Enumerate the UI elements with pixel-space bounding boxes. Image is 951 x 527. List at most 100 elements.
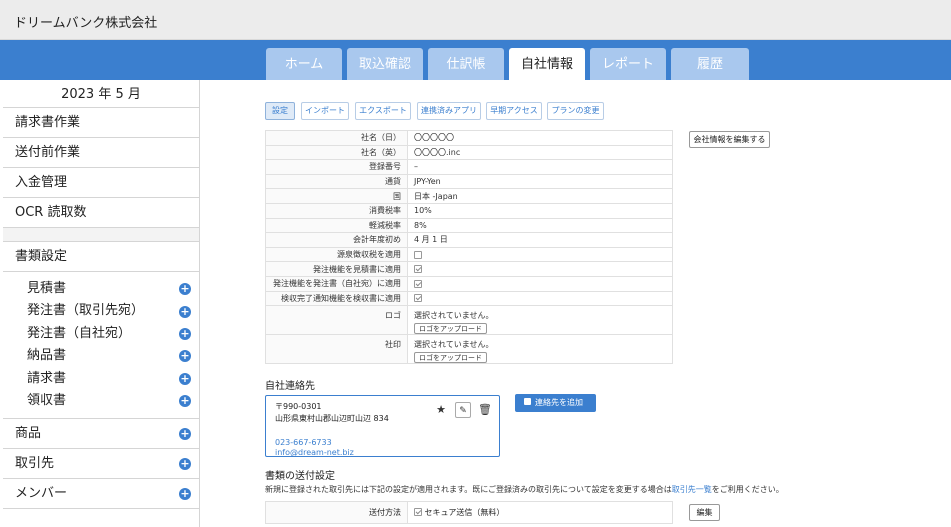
- sidebar-item-po-client[interactable]: 発注書（取引先宛） +: [3, 300, 199, 322]
- secure-send-checkbox[interactable]: [414, 508, 422, 516]
- tab-company-info[interactable]: 自社情報: [509, 48, 585, 80]
- trash-icon[interactable]: 🗑: [477, 402, 493, 418]
- row-label: 国: [265, 188, 408, 204]
- tab-journal[interactable]: 仕訳帳: [428, 48, 504, 80]
- row-value: 日本 -Japan: [407, 188, 673, 204]
- tab-home[interactable]: ホーム: [266, 48, 342, 80]
- plus-icon[interactable]: +: [179, 372, 191, 385]
- sidebar-item-label: 商品: [15, 426, 42, 442]
- table-row: 通貨 JPY-Yen: [265, 173, 673, 190]
- inspection-checkbox[interactable]: [414, 294, 422, 303]
- plus-icon[interactable]: +: [179, 350, 191, 363]
- row-label: 源泉徴収税を適用: [265, 246, 408, 263]
- sidebar-item-label: 発注書（取引先宛）: [27, 303, 145, 319]
- plus-icon[interactable]: +: [179, 395, 191, 408]
- plus-icon[interactable]: +: [179, 283, 191, 296]
- subtab-import[interactable]: インポート: [301, 102, 349, 120]
- sidebar-item-doc-settings[interactable]: 書類設定: [3, 242, 199, 272]
- star-icon[interactable]: ★: [433, 402, 449, 418]
- row-value: 〇〇〇〇〇: [407, 130, 673, 146]
- table-row: ロゴ 選択されていません。 ロゴをアップロード: [265, 305, 673, 336]
- row-value: セキュア送信（無料）: [424, 508, 505, 517]
- sidebar-item-ocr-count[interactable]: OCR 読取数: [3, 198, 199, 228]
- table-row: 発注機能を発注書（自社宛）に適用: [265, 275, 673, 292]
- plus-icon[interactable]: +: [179, 305, 191, 318]
- plus-icon[interactable]: +: [179, 327, 191, 340]
- contact-email[interactable]: info@dream-net.biz: [275, 448, 490, 457]
- row-value: JPY-Yen: [407, 173, 673, 190]
- plus-icon[interactable]: +: [179, 457, 191, 470]
- sidebar-item-po-self[interactable]: 発注書（自社宛） +: [3, 323, 199, 345]
- period-label: 2023 年 5 月: [3, 80, 199, 108]
- contacts-title: 自社連絡先: [265, 381, 315, 392]
- table-row: 消費税率 10%: [265, 202, 673, 219]
- row-label: 軽減税率: [265, 217, 408, 234]
- main-content: 設定 インポート エクスポート 連携済みアプリ 早期アクセス プランの変更 社名…: [201, 80, 951, 527]
- sidebar-item-members[interactable]: メンバー +: [3, 479, 199, 510]
- sidebar-item-invoice-work[interactable]: 請求書作業: [3, 108, 199, 138]
- send-settings-table: 送付方法 セキュア送信（無料）: [265, 501, 673, 524]
- table-row: 源泉徴収税を適用: [265, 246, 673, 263]
- sidebar-item-receipt[interactable]: 領収書 +: [3, 390, 199, 412]
- table-row: 社名（英） 〇〇〇〇.inc: [265, 144, 673, 161]
- subtab-export[interactable]: エクスポート: [355, 102, 411, 120]
- add-contact-label: 連絡先を追加: [535, 398, 583, 407]
- edit-send-settings-button[interactable]: 編集: [689, 504, 720, 521]
- logo-status: 選択されていません。: [414, 311, 494, 321]
- plus-icon[interactable]: +: [179, 427, 191, 440]
- sidebar-item-invoice[interactable]: 請求書 +: [3, 368, 199, 390]
- row-label: 発注機能を見積書に適用: [265, 261, 408, 277]
- table-row: 社名（日） 〇〇〇〇〇: [265, 130, 673, 146]
- sidebar-item-delivery[interactable]: 納品書 +: [3, 345, 199, 367]
- table-row: 登録番号 –: [265, 159, 673, 175]
- po-quote-checkbox[interactable]: [414, 265, 422, 274]
- subtab-early-access[interactable]: 早期アクセス: [486, 102, 542, 120]
- tab-history[interactable]: 履歴: [671, 48, 749, 80]
- square-icon: [524, 398, 531, 405]
- row-label: 社名（英）: [265, 144, 408, 161]
- sidebar-item-quote[interactable]: 見積書 +: [3, 278, 199, 300]
- company-info-table: 社名（日） 〇〇〇〇〇 社名（英） 〇〇〇〇.inc 登録番号 – 通貨 JPY-Yen…: [265, 130, 673, 365]
- table-row: 送付方法 セキュア送信（無料）: [265, 501, 673, 524]
- sidebar-item-label: 取引先: [15, 456, 55, 472]
- table-row: 検収完了通知機能を検収書に適用: [265, 290, 673, 307]
- table-row: 社印 選択されていません。 ロゴをアップロード: [265, 334, 673, 365]
- sidebar-item-label: 請求書: [27, 370, 67, 386]
- pencil-icon[interactable]: ✎: [455, 402, 471, 418]
- row-label: 会計年度初め: [265, 232, 408, 248]
- table-row: 発注機能を見積書に適用: [265, 261, 673, 277]
- app-header: ドリームバンク株式会社: [0, 0, 951, 40]
- row-label: 発注機能を発注書（自社宛）に適用: [265, 275, 408, 292]
- client-list-link[interactable]: 取引先一覧: [672, 485, 712, 494]
- subtab-plan-change[interactable]: プランの変更: [547, 102, 604, 120]
- row-label: ロゴ: [265, 305, 408, 336]
- sidebar-item-label: 領収書: [27, 392, 67, 408]
- send-settings-description: 新規に登録された取引先には下記の設定が適用されます。既にご登録済みの取引先につい…: [265, 484, 784, 495]
- tab-report[interactable]: レポート: [590, 48, 666, 80]
- sidebar-item-label: 納品書: [27, 348, 67, 364]
- contact-phone[interactable]: 023-667-6733: [275, 438, 490, 447]
- tab-import-check[interactable]: 取込確認: [347, 48, 423, 80]
- sidebar: 2023 年 5 月 請求書作業 送付前作業 入金管理 OCR 読取数 書類設定…: [3, 80, 200, 527]
- upload-logo-button[interactable]: ロゴをアップロード: [414, 323, 487, 335]
- sidebar-item-payment[interactable]: 入金管理: [3, 168, 199, 198]
- sidebar-item-pre-send-work[interactable]: 送付前作業: [3, 138, 199, 168]
- row-value: –: [407, 159, 673, 175]
- subtab-settings[interactable]: 設定: [265, 102, 295, 120]
- table-row: 会計年度初め 4 月 1 日: [265, 232, 673, 248]
- plus-icon[interactable]: +: [179, 487, 191, 500]
- company-name: ドリームバンク株式会社: [14, 16, 158, 31]
- subtab-linked-apps[interactable]: 連携済みアプリ: [417, 102, 481, 120]
- row-value: 〇〇〇〇.inc: [407, 144, 673, 161]
- add-contact-button[interactable]: 連絡先を追加: [515, 394, 596, 412]
- seal-status: 選択されていません。: [414, 340, 494, 350]
- withholding-checkbox[interactable]: [414, 250, 422, 259]
- upload-seal-button[interactable]: ロゴをアップロード: [414, 352, 487, 364]
- row-label: 検収完了通知機能を検収書に適用: [265, 290, 408, 307]
- edit-company-button[interactable]: 会社情報を編集する: [689, 131, 770, 148]
- desc-text-end: をご利用ください。: [711, 485, 784, 494]
- po-self-checkbox[interactable]: [414, 279, 422, 288]
- sidebar-item-clients[interactable]: 取引先 +: [3, 449, 199, 480]
- sidebar-item-products[interactable]: 商品 +: [3, 419, 199, 450]
- row-value: 8%: [407, 217, 673, 234]
